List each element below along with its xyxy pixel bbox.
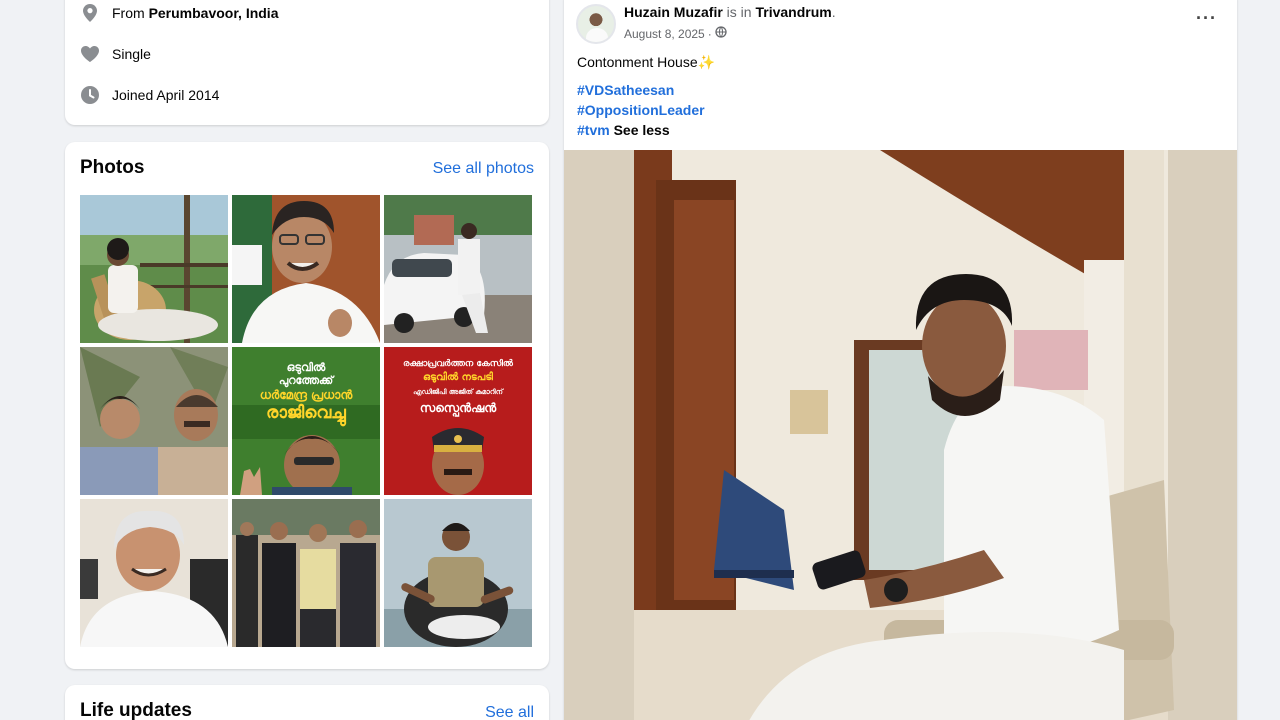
poster-line-4: രാജിവെച്ചു xyxy=(266,403,346,423)
photos-card: Photos See all photos ഒടുവിൽ പുറത്തേക്ക്… xyxy=(65,142,549,669)
photo-thumbnail[interactable] xyxy=(80,195,228,343)
photo-thumbnail[interactable] xyxy=(232,499,380,647)
see-less-link[interactable]: See less xyxy=(614,122,670,138)
hashtag-link[interactable]: #VDSatheesan xyxy=(577,80,715,100)
poster-line-3: ധർമേന്ദ്ര പ്രധാൻ xyxy=(259,388,353,402)
photo-grid: ഒടുവിൽ പുറത്തേക്ക് ധർമേന്ദ്ര പ്രധാൻ രാജി… xyxy=(80,195,533,650)
photo-man-with-car-image xyxy=(384,195,532,343)
hashtag-link[interactable]: #tvm xyxy=(577,122,610,138)
post-caption: Contonment House✨ xyxy=(577,54,716,70)
post-author-line: Huzain Muzafir is in Trivandrum. xyxy=(624,4,836,20)
photo-thumbnail[interactable] xyxy=(384,499,532,647)
globe-icon xyxy=(715,26,727,41)
photo-man-on-chair-image xyxy=(80,195,228,343)
post-date-separator: · xyxy=(707,26,712,41)
heart-icon xyxy=(80,44,100,64)
post-card: Huzain Muzafir is in Trivandrum. August … xyxy=(564,0,1237,720)
intro-relationship: Single xyxy=(112,46,151,62)
photos-title: Photos xyxy=(80,157,145,178)
photo-group-men-image xyxy=(232,499,380,647)
author-avatar[interactable] xyxy=(576,4,616,44)
location-pin-icon xyxy=(80,3,100,23)
post-author-name[interactable]: Huzain Muzafir xyxy=(624,4,723,20)
photo-two-men-old-image xyxy=(80,347,228,495)
post-location-link[interactable]: Trivandrum xyxy=(755,4,831,20)
poster-line-4: സസ്പെൻഷൻ xyxy=(419,401,497,415)
post-is-in: is in xyxy=(726,4,752,20)
post-photo[interactable] xyxy=(564,150,1237,720)
post-photo-man-seated-image xyxy=(564,150,1237,720)
intro-relationship-row: Single xyxy=(80,44,151,64)
poster-line-2: ഒടുവിൽ നടപടി xyxy=(423,372,493,383)
photo-thumbnail[interactable]: രക്ഷാപ്രവർത്തന കേസിൽ ഒടുവിൽ നടപടി എഡിജിപ… xyxy=(384,347,532,495)
photo-thumbnail[interactable] xyxy=(384,195,532,343)
post-more-options-button[interactable]: ··· xyxy=(1196,8,1217,29)
poster-line-1: രക്ഷാപ്രവർത്തന കേസിൽ xyxy=(403,359,513,369)
photo-thumbnail[interactable] xyxy=(80,347,228,495)
intro-from-row: From Perumbavoor, India xyxy=(80,3,279,23)
intro-from-prefix: From xyxy=(112,5,145,21)
photo-portrait-smiling-image xyxy=(232,195,380,343)
post-date[interactable]: August 8, 2025 xyxy=(624,27,705,41)
see-all-photos-link[interactable]: See all photos xyxy=(433,160,534,178)
photo-thumbnail[interactable] xyxy=(80,499,228,647)
photo-elderly-man-image xyxy=(80,499,228,647)
clock-icon xyxy=(80,85,100,105)
life-updates-title: Life updates xyxy=(80,700,192,720)
post-meta: Huzain Muzafir is in Trivandrum. August … xyxy=(624,4,836,41)
photo-man-sitting-image xyxy=(384,499,532,647)
photo-thumbnail[interactable] xyxy=(232,195,380,343)
photo-thumbnail[interactable]: ഒടുവിൽ പുറത്തേക്ക് ധർമേന്ദ്ര പ്രധാൻ രാജി… xyxy=(232,347,380,495)
intro-joined: Joined April 2014 xyxy=(112,87,220,103)
intro-from-place[interactable]: Perumbavoor, India xyxy=(149,5,279,21)
intro-card: From Perumbavoor, India Single Joined Ap… xyxy=(65,0,549,125)
post-date-line: August 8, 2025 · xyxy=(624,26,836,41)
poster-line-3: എഡിജിപി അജിത് കുമാറിന് xyxy=(413,388,503,396)
poster-line-2: പുറത്തേക്ക് xyxy=(278,374,334,387)
post-text: Contonment House✨ #VDSatheesan #Oppositi… xyxy=(577,52,715,140)
life-updates-card: Life updates See all xyxy=(65,685,549,720)
poster-line-1: ഒടുവിൽ xyxy=(286,361,326,374)
post-header: Huzain Muzafir is in Trivandrum. August … xyxy=(576,4,836,44)
hashtag-link[interactable]: #OppositionLeader xyxy=(577,100,715,120)
life-updates-see-all-link[interactable]: See all xyxy=(485,704,534,720)
intro-joined-row: Joined April 2014 xyxy=(80,85,219,105)
